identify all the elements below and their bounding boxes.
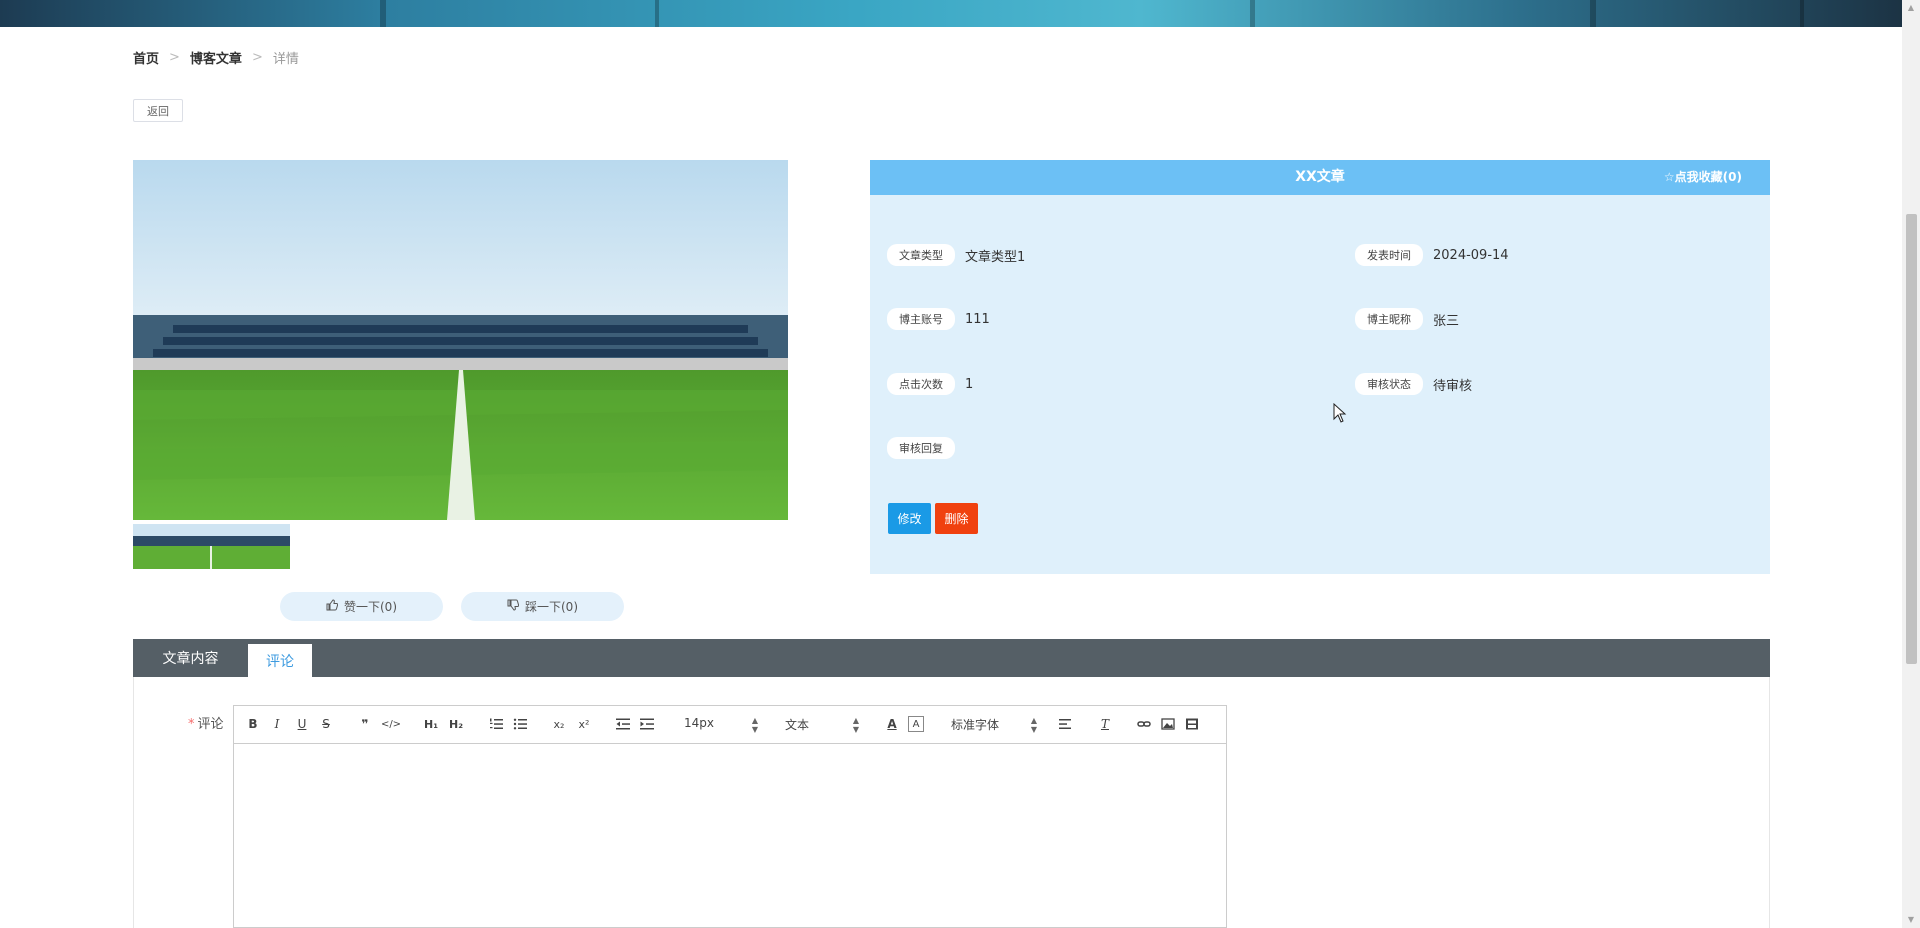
thumbs-up-icon — [326, 599, 339, 614]
article-cover-image — [133, 160, 788, 520]
font-size-value: 14px — [684, 716, 714, 730]
editor-toolbar: B I U S ❞ </> H₁ H₂ x₂ x² 14px ▲ ▼ 文本 ▲ ▼ … — [234, 706, 1226, 744]
video-icon[interactable] — [1184, 716, 1200, 732]
field-review-status: 审核状态 待审核 — [1355, 373, 1472, 395]
field-blogger-account: 博主账号 111 — [887, 308, 990, 330]
scroll-down-icon[interactable]: ▼ — [1906, 915, 1916, 925]
field-label: 博主昵称 — [1355, 308, 1423, 330]
code-block-icon[interactable]: </> — [381, 716, 401, 732]
field-blogger-nickname: 博主昵称 张三 — [1355, 308, 1459, 330]
select-arrows-icon: ▲ ▼ — [852, 716, 859, 734]
field-value: 张三 — [1433, 313, 1460, 329]
stadium-picture — [133, 160, 788, 520]
field-value: 111 — [965, 311, 990, 327]
field-label: 文章类型 — [887, 244, 955, 266]
font-color-icon[interactable]: A — [884, 716, 900, 732]
breadcrumb: 首页 > 博客文章 > 详情 — [133, 48, 299, 67]
thumbnail-image[interactable] — [133, 524, 290, 569]
heading-1-icon[interactable]: H₁ — [422, 716, 440, 732]
block-type-value: 文本 — [785, 718, 810, 732]
scrollbar-thumb[interactable] — [1906, 214, 1917, 664]
strike-icon[interactable]: S — [319, 716, 333, 732]
star-icon: ☆ — [1663, 170, 1675, 184]
breadcrumb-home[interactable]: 首页 — [133, 48, 159, 67]
indent-icon[interactable] — [639, 716, 655, 732]
underline-icon[interactable]: U — [295, 716, 309, 732]
like-button[interactable]: 赞一下(0) — [280, 592, 443, 621]
field-click-count: 点击次数 1 — [887, 373, 973, 395]
align-icon[interactable] — [1058, 716, 1074, 732]
mouse-cursor-icon — [1333, 402, 1347, 427]
breadcrumb-separator: > — [169, 50, 180, 65]
link-icon[interactable] — [1136, 716, 1152, 732]
scroll-up-icon[interactable]: ▲ — [1906, 3, 1916, 13]
tab-bar: 文章内容 评论 — [133, 639, 1770, 677]
field-label: 点击次数 — [887, 373, 955, 395]
article-title: XX文章 — [1295, 169, 1345, 185]
collect-button[interactable]: ☆点我收藏(0) — [1664, 160, 1742, 195]
back-button[interactable]: 返回 — [133, 99, 183, 122]
field-value: 2024-09-14 — [1433, 247, 1509, 263]
background-color-icon[interactable]: A — [908, 716, 924, 732]
italic-icon[interactable]: I — [270, 716, 284, 732]
field-label: 发表时间 — [1355, 244, 1423, 266]
dislike-label: 踩一下(0) — [525, 600, 578, 614]
comment-label-text: 评论 — [197, 717, 224, 732]
stadium-thumbnail — [133, 524, 290, 569]
field-review-reply: 审核回复 — [887, 437, 965, 459]
article-info-panel: XX文章 ☆点我收藏(0) 文章类型 文章类型1 发表时间 2024-09-14… — [870, 160, 1770, 574]
field-value: 文章类型1 — [965, 249, 1026, 265]
comment-rich-editor: B I U S ❞ </> H₁ H₂ x₂ x² 14px ▲ ▼ 文本 ▲ ▼ … — [233, 705, 1227, 928]
font-family-value: 标准字体 — [951, 718, 1000, 732]
field-label: 审核状态 — [1355, 373, 1423, 395]
heading-2-icon[interactable]: H₂ — [447, 716, 465, 732]
subscript-icon[interactable]: x₂ — [551, 716, 567, 732]
image-icon[interactable] — [1160, 716, 1176, 732]
like-label: 赞一下(0) — [344, 600, 397, 614]
thumbs-down-icon — [507, 599, 520, 614]
required-mark: * — [188, 717, 195, 732]
outdent-icon[interactable] — [615, 716, 631, 732]
dislike-button[interactable]: 踩一下(0) — [461, 592, 624, 621]
field-label: 审核回复 — [887, 437, 955, 459]
clear-format-icon[interactable]: T — [1097, 716, 1113, 732]
field-article-type: 文章类型 文章类型1 — [887, 244, 1025, 266]
font-family-select[interactable]: 标准字体 ▲ ▼ — [951, 716, 1037, 734]
select-arrows-icon: ▲ ▼ — [751, 716, 758, 734]
bold-icon[interactable]: B — [246, 716, 260, 732]
delete-button[interactable]: 删除 — [935, 503, 978, 534]
ordered-list-icon[interactable] — [488, 716, 504, 732]
font-size-select[interactable]: 14px ▲ ▼ — [684, 716, 758, 734]
comment-label: * 评论 — [188, 713, 224, 732]
edit-button[interactable]: 修改 — [888, 503, 931, 534]
field-value: 待审核 — [1433, 378, 1473, 394]
superscript-icon[interactable]: x² — [576, 716, 592, 732]
vertical-scrollbar[interactable]: ▲ ▼ — [1902, 0, 1920, 928]
select-arrows-icon: ▲ ▼ — [1030, 716, 1037, 734]
breadcrumb-current: 详情 — [272, 52, 299, 67]
field-value: 1 — [965, 376, 974, 392]
bullet-list-icon[interactable] — [512, 716, 528, 732]
breadcrumb-section[interactable]: 博客文章 — [190, 48, 242, 67]
top-banner-image — [0, 0, 1902, 27]
blockquote-icon[interactable]: ❞ — [358, 716, 372, 732]
info-header: XX文章 ☆点我收藏(0) — [870, 160, 1770, 195]
field-label: 博主账号 — [887, 308, 955, 330]
collect-label: 点我收藏(0) — [1674, 170, 1742, 184]
breadcrumb-separator: > — [251, 50, 263, 65]
tab-article-content[interactable]: 文章内容 — [133, 639, 248, 677]
tab-comment[interactable]: 评论 — [248, 644, 312, 677]
field-publish-time: 发表时间 2024-09-14 — [1355, 244, 1509, 266]
block-type-select[interactable]: 文本 ▲ ▼ — [785, 716, 859, 734]
